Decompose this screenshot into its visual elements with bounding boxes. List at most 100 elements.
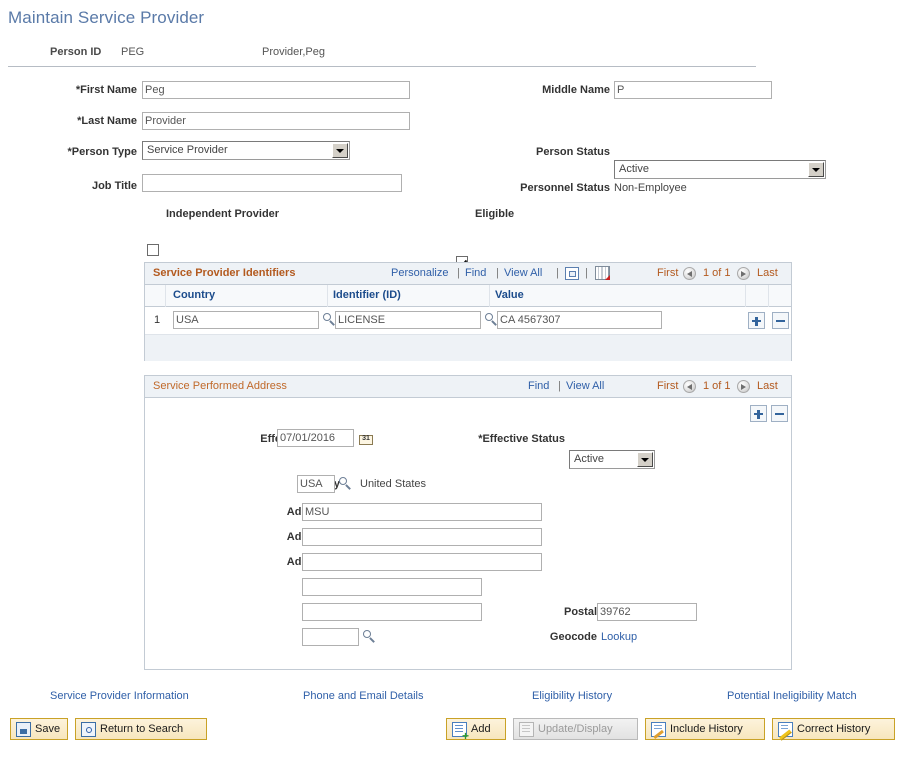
identifiers-panel-header: Service Provider Identifiers Personalize… — [145, 263, 791, 285]
effective-status-selected-value: Active — [574, 453, 604, 465]
column-header-country: Country — [173, 289, 215, 301]
effective-status-select[interactable]: Active — [569, 450, 655, 469]
address-panel-title: Service Performed Address — [153, 380, 287, 392]
update-display-button: Update/Display — [513, 718, 638, 740]
postal-label: Postal — [515, 606, 597, 618]
personalize-link[interactable]: Personalize — [391, 267, 448, 279]
identifier-input[interactable] — [335, 311, 481, 329]
link-separator: | — [496, 267, 499, 279]
phone-and-email-details-link[interactable]: Phone and Email Details — [303, 690, 423, 702]
table-row: 1 — [145, 307, 791, 334]
add-icon — [452, 722, 467, 737]
first-name-input[interactable] — [142, 81, 410, 99]
update-display-button-label: Update/Display — [538, 723, 613, 735]
page-title: Maintain Service Provider — [8, 8, 204, 28]
chevron-down-icon[interactable] — [808, 162, 824, 177]
address-find-link[interactable]: Find — [528, 380, 549, 392]
calendar-icon[interactable]: 31 — [359, 431, 373, 445]
state-input[interactable] — [302, 628, 359, 646]
row-number: 1 — [154, 314, 160, 326]
eligibility-history-link[interactable]: Eligibility History — [532, 690, 612, 702]
previous-page-icon[interactable] — [683, 267, 696, 280]
nav-first-label[interactable]: First — [657, 267, 678, 279]
person-type-selected-value: Service Provider — [147, 144, 228, 156]
address-add-row-button[interactable] — [750, 405, 767, 422]
next-page-icon[interactable] — [737, 267, 750, 280]
county-input[interactable] — [302, 603, 482, 621]
state-lookup-icon[interactable] — [363, 630, 377, 644]
service-provider-information-link[interactable]: Service Provider Information — [50, 690, 189, 702]
person-status-select[interactable]: Active — [614, 160, 826, 179]
correct-history-button[interactable]: Correct History — [772, 718, 895, 740]
address-nav-last-label[interactable]: Last — [757, 380, 778, 392]
link-separator: | — [556, 267, 559, 279]
link-separator: | — [558, 380, 561, 392]
personnel-status-label: Personnel Status — [420, 182, 610, 194]
person-id-value: PEG — [121, 46, 144, 58]
value-input[interactable] — [497, 311, 662, 329]
address-country-lookup-icon[interactable] — [339, 477, 353, 491]
calendar-icon-day: 31 — [360, 435, 372, 442]
city-input[interactable] — [302, 578, 482, 596]
address-nav-counter: 1 of 1 — [703, 380, 731, 392]
download-to-spreadsheet-icon[interactable] — [595, 266, 610, 280]
middle-name-input[interactable] — [614, 81, 772, 99]
last-name-input[interactable] — [142, 112, 410, 130]
save-button[interactable]: Save — [10, 718, 68, 740]
column-divider — [745, 285, 746, 307]
search-icon — [81, 722, 96, 737]
geocode-label: Geocode — [495, 631, 597, 643]
column-divider — [489, 285, 490, 307]
chevron-down-icon[interactable] — [637, 452, 653, 467]
job-title-input[interactable] — [142, 174, 402, 192]
geocode-lookup-link[interactable]: Lookup — [601, 631, 637, 643]
address-nav-first-label[interactable]: First — [657, 380, 678, 392]
address-view-all-link[interactable]: View All — [566, 380, 604, 392]
return-to-search-button[interactable]: Return to Search — [75, 718, 207, 740]
effective-date-input[interactable] — [277, 429, 354, 447]
address3-input[interactable] — [302, 553, 542, 571]
person-type-label: *Person Type — [20, 146, 137, 158]
column-divider — [327, 285, 328, 307]
column-divider — [768, 285, 769, 307]
country-input[interactable] — [173, 311, 319, 329]
personnel-status-value: Non-Employee — [614, 182, 687, 194]
address-country-input[interactable] — [297, 475, 335, 493]
add-button[interactable]: Add — [446, 718, 506, 740]
nav-last-label[interactable]: Last — [757, 267, 778, 279]
address1-input[interactable] — [302, 503, 542, 521]
previous-page-icon[interactable] — [683, 380, 696, 393]
find-link[interactable]: Find — [465, 267, 486, 279]
first-name-label: *First Name — [20, 84, 137, 96]
postal-input[interactable] — [597, 603, 697, 621]
include-history-button[interactable]: Include History — [645, 718, 765, 740]
delete-row-button[interactable] — [772, 312, 789, 329]
chevron-down-icon[interactable] — [332, 143, 348, 158]
correct-history-button-label: Correct History — [797, 723, 870, 735]
independent-provider-checkbox[interactable] — [147, 244, 159, 256]
address2-input[interactable] — [302, 528, 542, 546]
person-type-select[interactable]: Service Provider — [142, 141, 350, 160]
person-id-label-text: Person ID — [50, 46, 101, 58]
potential-ineligibility-match-link[interactable]: Potential Ineligibility Match — [727, 690, 857, 702]
include-history-button-label: Include History — [670, 723, 743, 735]
eligible-label: Eligible — [475, 208, 514, 220]
new-window-icon[interactable] — [565, 267, 579, 280]
address-delete-row-button[interactable] — [771, 405, 788, 422]
column-header-value: Value — [495, 289, 524, 301]
view-all-link[interactable]: View All — [504, 267, 542, 279]
effective-status-label: *Effective Status — [425, 433, 565, 445]
add-button-label: Add — [471, 723, 491, 735]
nav-counter: 1 of 1 — [703, 267, 731, 279]
next-page-icon[interactable] — [737, 380, 750, 393]
column-header-identifier: Identifier (ID) — [333, 289, 401, 301]
add-row-button[interactable] — [748, 312, 765, 329]
person-status-label: Person Status — [420, 146, 610, 158]
independent-provider-label: Independent Provider — [166, 208, 279, 220]
return-to-search-button-label: Return to Search — [100, 723, 183, 735]
save-button-label: Save — [35, 723, 60, 735]
link-separator: | — [457, 267, 460, 279]
person-status-selected-value: Active — [619, 163, 649, 175]
header-divider — [8, 66, 756, 67]
address-country-description: United States — [360, 478, 426, 490]
